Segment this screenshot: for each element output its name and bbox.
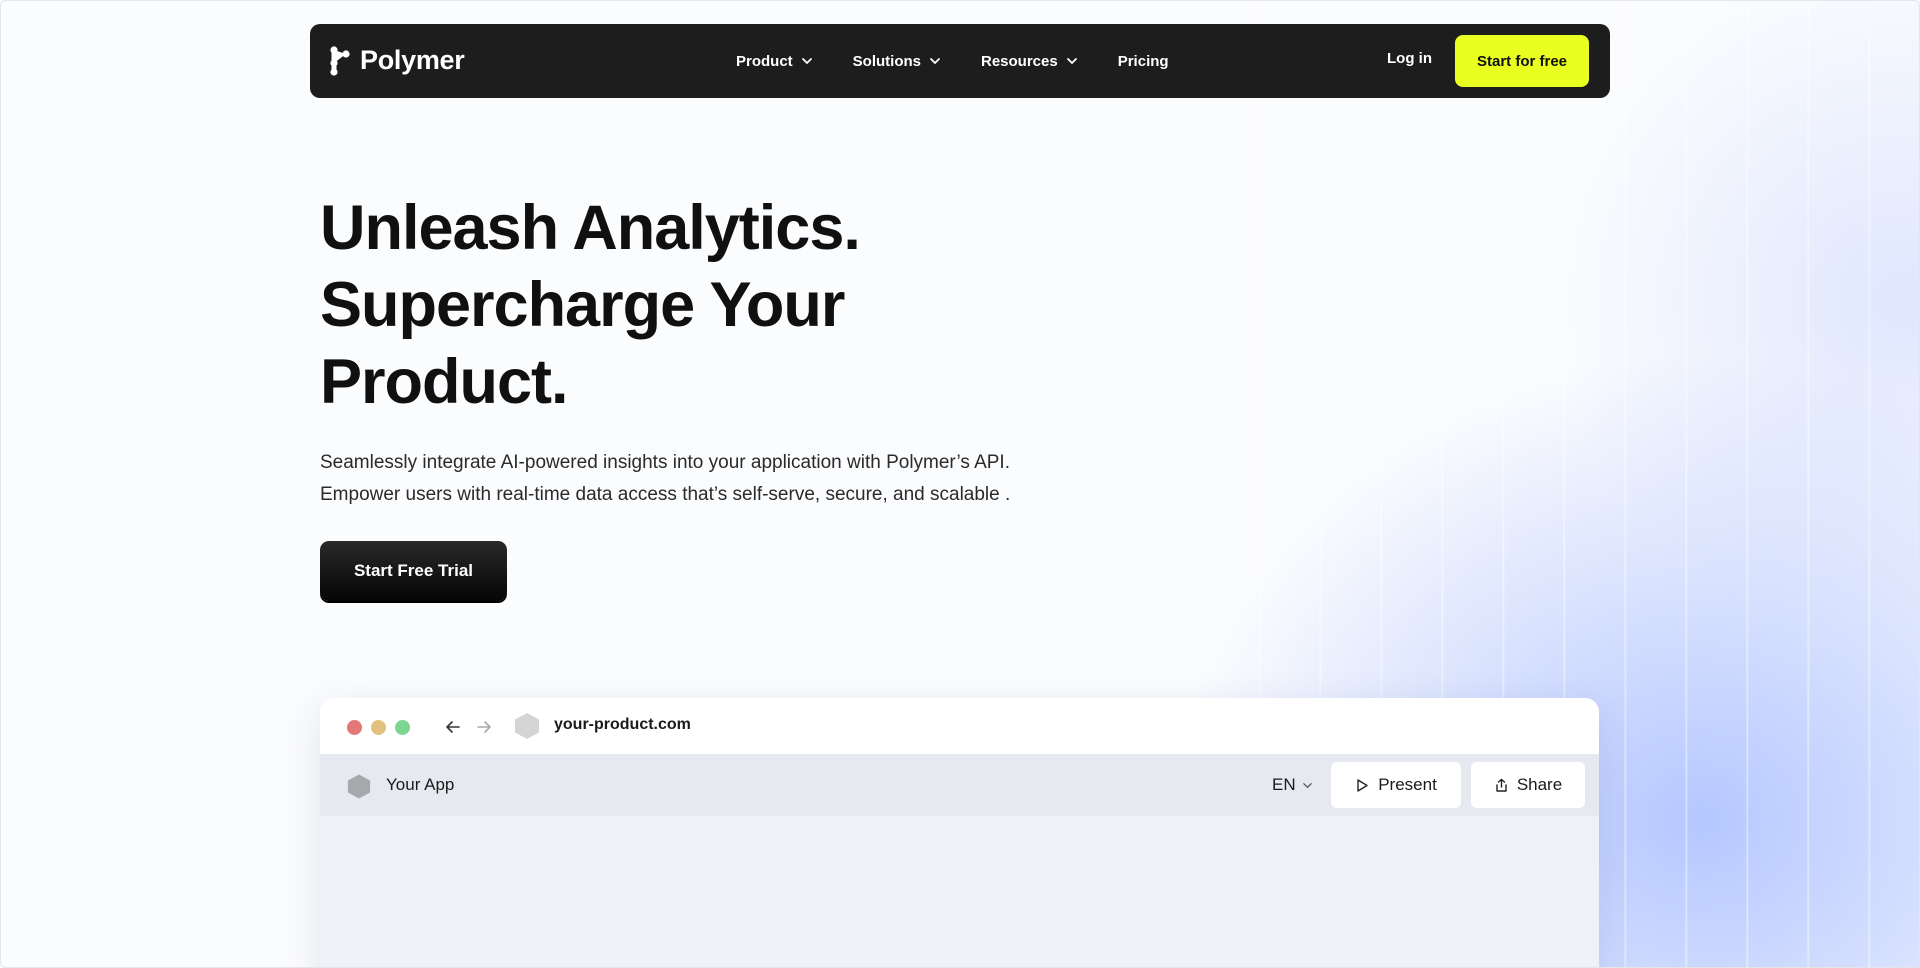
nav-item-product[interactable]: Product (736, 53, 813, 70)
top-navbar: Polymer Product Solutions Resources Pric… (310, 24, 1610, 98)
language-selector[interactable]: EN (1272, 775, 1313, 795)
start-for-free-button[interactable]: Start for free (1455, 35, 1589, 87)
polymer-logo-icon (330, 45, 350, 76)
hero-title-line: Product. (320, 347, 569, 417)
hero-title-line: Unleash Analytics. (320, 193, 861, 263)
address-bar-url: your-product.com (554, 716, 691, 733)
hexagon-icon (347, 774, 371, 799)
nav-item-label: Pricing (1117, 52, 1169, 70)
hero-subtitle: Seamlessly integrate AI-powered insights… (320, 447, 1140, 511)
window-minimize-dot (371, 720, 386, 735)
browser-toolbar: your-product.com (320, 698, 1599, 754)
hero-subtitle-line: Empower users with real-time data access… (320, 484, 1011, 505)
chevron-down-icon (930, 58, 940, 64)
chevron-down-icon (1066, 58, 1077, 64)
arrow-left-icon (446, 721, 460, 733)
window-close-dot (347, 720, 362, 735)
nav-item-resources[interactable]: Resources (981, 53, 1078, 70)
start-free-trial-button[interactable]: Start Free Trial (320, 541, 507, 601)
share-label: Share (1516, 775, 1563, 794)
brand-name: Polymer (360, 45, 465, 75)
play-icon (1357, 778, 1368, 792)
share-icon (1496, 778, 1507, 792)
nav-item-pricing[interactable]: Pricing (1118, 53, 1169, 70)
nav-item-label: Resources (981, 52, 1058, 70)
present-button[interactable]: Present (1331, 762, 1461, 808)
hexagon-icon (515, 713, 539, 739)
chevron-down-icon (801, 58, 812, 64)
main-menu: Product Solutions Resources Pricing (736, 24, 1169, 98)
window-maximize-dot (395, 720, 410, 735)
hero-title-line: Supercharge Your (320, 270, 845, 340)
nav-item-solutions[interactable]: Solutions (853, 53, 941, 70)
hero-subtitle-line: Seamlessly integrate AI-powered insights… (320, 452, 1010, 473)
app-canvas (320, 816, 1599, 968)
app-header: Your App EN Present Share (320, 754, 1599, 816)
brand-logo[interactable]: Polymer (330, 45, 465, 76)
nav-item-label: Solutions (852, 52, 921, 70)
login-link[interactable]: Log in (1387, 50, 1432, 67)
share-button[interactable]: Share (1471, 762, 1585, 808)
present-label: Present (1378, 775, 1437, 794)
app-name: Your App (386, 775, 455, 794)
nav-item-label: Product (736, 52, 793, 70)
browser-mockup: your-product.com Your App EN Present Sha… (320, 698, 1599, 968)
arrow-right-icon (477, 721, 491, 733)
hero-title: Unleash Analytics. Supercharge Your Prod… (320, 190, 1080, 421)
chevron-down-icon (1302, 782, 1312, 788)
language-label: EN (1272, 775, 1296, 794)
